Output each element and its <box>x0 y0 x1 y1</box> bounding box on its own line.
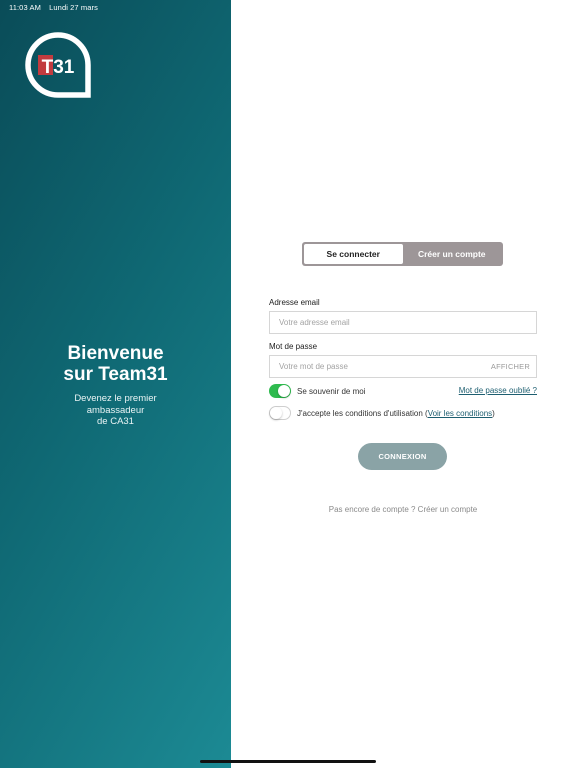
remember-label: Se souvenir de moi <box>297 386 366 396</box>
terms-link[interactable]: Voir les conditions <box>428 409 492 418</box>
email-field-box <box>269 311 537 334</box>
password-field-box: AFFICHER <box>269 355 537 378</box>
welcome-sub-line3: de CA31 <box>97 416 134 427</box>
welcome-subtitle: Devenez le premier ambassadeur de CA31 <box>0 393 231 428</box>
status-date: Lundi 27 mars <box>49 3 98 12</box>
status-bar: 11:03 AM Lundi 27 mars <box>9 3 104 12</box>
remember-row: Se souvenir de moi <box>269 384 365 398</box>
welcome-sub-line1: Devenez le premier <box>74 393 157 404</box>
show-password-button[interactable]: AFFICHER <box>491 362 536 371</box>
status-time: 11:03 AM <box>9 3 41 12</box>
welcome-title-line2: sur Team31 <box>63 364 168 385</box>
welcome-title-line1: Bienvenue <box>67 343 164 364</box>
login-button[interactable]: CONNEXION <box>358 443 447 470</box>
remember-toggle[interactable] <box>269 384 291 398</box>
terms-row: J'accepte les conditions d'utilisation (… <box>269 406 495 420</box>
welcome-panel: 11:03 AM Lundi 27 mars T31 Bienvenue sur… <box>0 0 231 768</box>
terms-label: J'accepte les conditions d'utilisation ( <box>297 408 428 418</box>
auth-tabs: Se connecter Créer un compte <box>302 242 503 266</box>
email-label: Adresse email <box>269 298 320 307</box>
logo-text: T31 <box>42 57 75 78</box>
team31-logo: T31 <box>25 32 91 98</box>
email-field[interactable] <box>270 318 536 327</box>
home-indicator <box>200 760 376 763</box>
welcome-block: Bienvenue sur Team31 Devenez le premier … <box>0 343 231 428</box>
toggle-knob <box>278 385 290 397</box>
tab-login[interactable]: Se connecter <box>304 244 403 264</box>
welcome-title: Bienvenue sur Team31 <box>0 343 231 385</box>
terms-close: ) <box>492 408 495 418</box>
forgot-password-link[interactable]: Mot de passe oublié ? <box>459 386 537 395</box>
toggle-knob <box>270 407 282 419</box>
signup-prompt[interactable]: Pas encore de compte ? Créer un compte <box>269 505 537 514</box>
password-field[interactable] <box>270 362 491 371</box>
welcome-sub-line2: ambassadeur <box>86 404 145 416</box>
tab-register[interactable]: Créer un compte <box>403 244 502 264</box>
password-label: Mot de passe <box>269 342 318 351</box>
terms-toggle[interactable] <box>269 406 291 420</box>
